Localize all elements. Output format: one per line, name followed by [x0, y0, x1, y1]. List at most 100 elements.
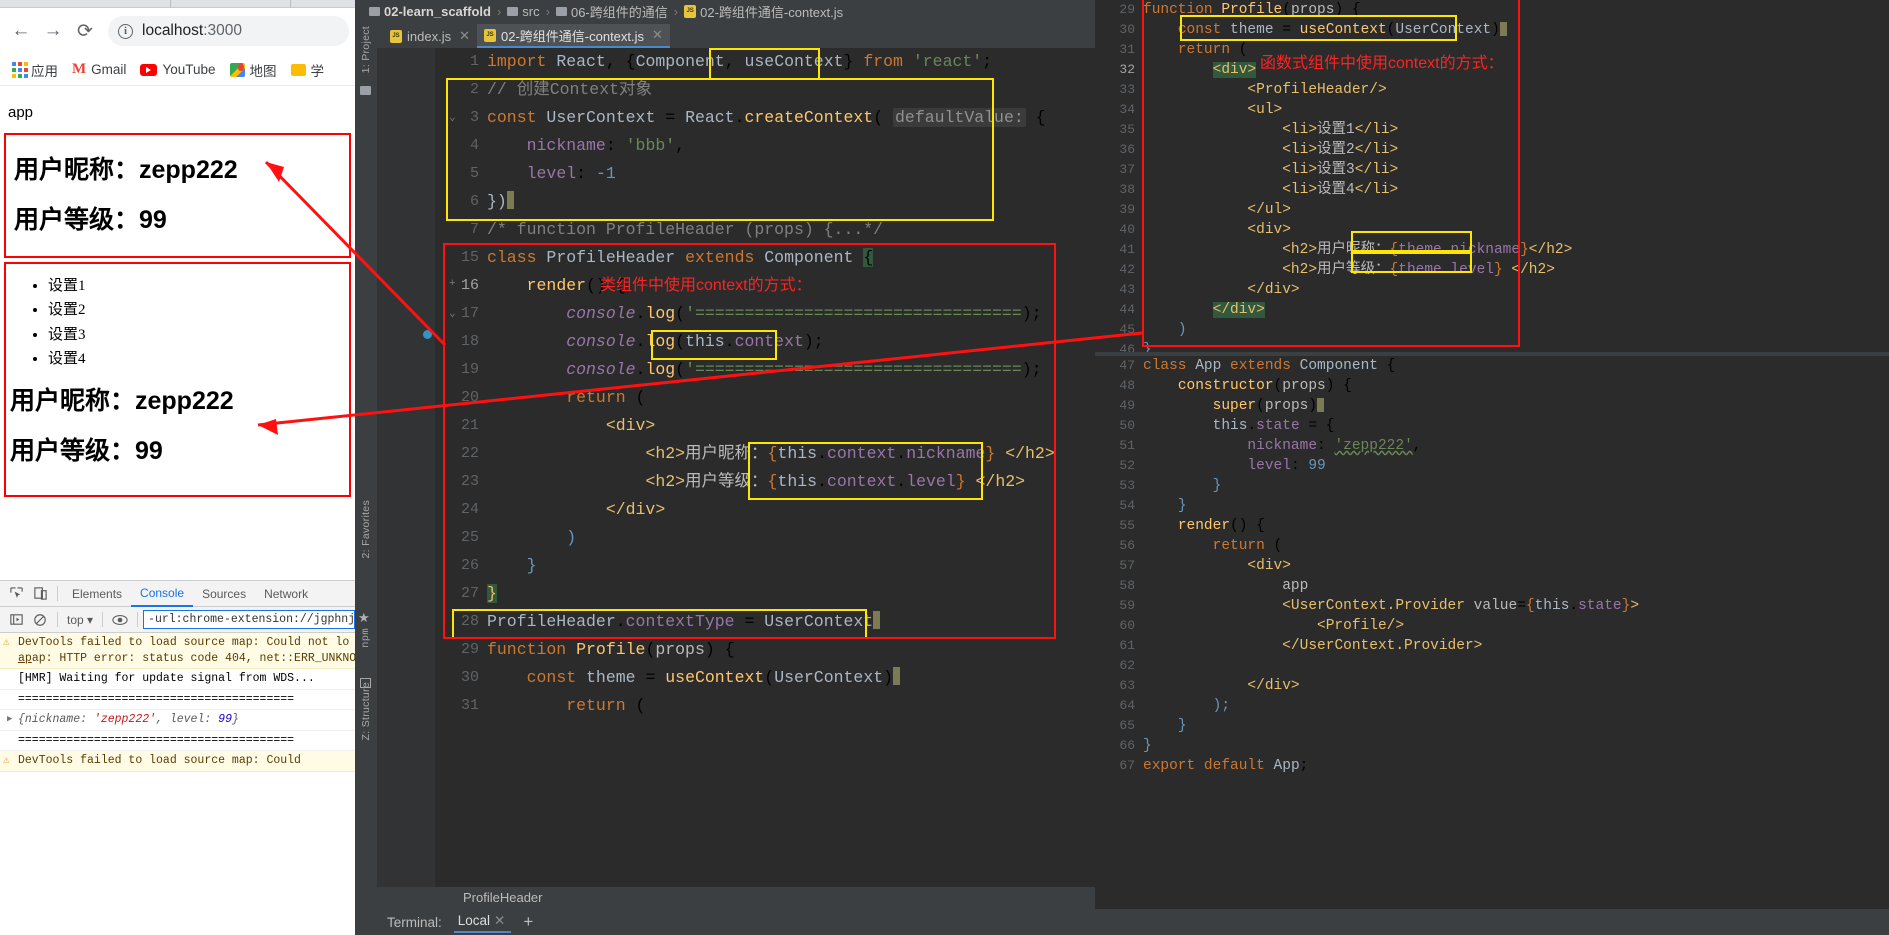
line-number: 22: [460, 445, 479, 462]
back-icon[interactable]: ←: [6, 16, 36, 46]
list-item: 设置4: [48, 347, 341, 371]
bookmark-apps[interactable]: 应用: [7, 57, 63, 83]
bookmark-folder[interactable]: 学: [286, 57, 330, 83]
code-line: 60 <Profile/>: [1095, 616, 1889, 636]
line-number: 31: [1119, 42, 1135, 57]
code-line: 17 console.log('========================…: [435, 300, 1095, 328]
code-line: 26 }: [435, 552, 1095, 580]
forward-icon[interactable]: →: [38, 16, 68, 46]
tool-window-npm[interactable]: npm: [360, 628, 372, 648]
line-number: 7: [469, 221, 479, 238]
log-link[interactable]: ap: [18, 652, 32, 665]
line-number: 66: [1119, 738, 1135, 753]
close-icon[interactable]: ✕: [652, 27, 663, 43]
line-number: 46: [1119, 342, 1135, 352]
terminal-label[interactable]: Terminal:: [387, 915, 442, 930]
address-bar[interactable]: i localhost:3000: [108, 16, 349, 46]
fold-marker[interactable]: +: [449, 278, 456, 290]
eye-icon[interactable]: [108, 609, 132, 631]
log-row-object[interactable]: ▶ {nickname: 'zepp222', level: 99}: [0, 710, 355, 731]
console-context-selector[interactable]: top ▾: [63, 613, 97, 627]
bookmark-youtube[interactable]: YouTube: [135, 59, 220, 80]
code-editor-main[interactable]: 1 import React, {Component, useContext} f…: [377, 48, 1095, 887]
line-number: 17: [460, 305, 479, 322]
line-number: 47: [1119, 358, 1135, 373]
code-panel-app-class[interactable]: 47 class App extends Component { 48 const…: [1095, 356, 1889, 935]
code-line: 3 const UserContext = React.createContext…: [435, 104, 1095, 132]
line-number: 30: [1119, 22, 1135, 37]
console-filter-input[interactable]: -url:chrome-extension://jgphnjokjjjpnfmb…: [143, 610, 355, 629]
line-number: 35: [1119, 122, 1135, 137]
address-bar-url: localhost:3000: [142, 22, 242, 39]
log-text: ========================================: [18, 692, 295, 706]
terminal-tool-icon[interactable]: [360, 678, 371, 688]
javascript-file-icon: JS: [684, 4, 697, 18]
code-line: 18 console.log(this.context);: [435, 328, 1095, 356]
line-number: 29: [1119, 2, 1135, 17]
clear-console-icon[interactable]: [28, 609, 52, 631]
code-line: 59 <UserContext.Provider value={this.sta…: [1095, 596, 1889, 616]
editor-code-area[interactable]: 1 import React, {Component, useContext} f…: [435, 48, 1095, 887]
devtools-tabbar: Elements Console Sources Network: [0, 581, 355, 607]
line-number: 3: [469, 109, 479, 126]
code-line: 62: [1095, 656, 1889, 676]
page-content: app 用户昵称：zepp222 用户等级：99 设置1 设置2 设置3 设置4…: [0, 86, 355, 546]
breadcrumb-item[interactable]: 02-跨组件通信-context.js: [700, 2, 843, 21]
fold-marker[interactable]: ⌄: [449, 110, 456, 124]
breakpoint-gutter-icon[interactable]: [423, 330, 432, 339]
obj-string: 'zepp222': [93, 713, 157, 727]
terminal-add-button[interactable]: +: [523, 912, 533, 932]
log-text: [HMR] Waiting for update signal from WDS…: [18, 672, 315, 686]
fold-marker[interactable]: ⌄: [449, 306, 456, 320]
close-icon[interactable]: ✕: [459, 28, 470, 44]
tool-window-project[interactable]: 1: Project: [360, 26, 372, 73]
breadcrumb-item[interactable]: 02-learn_scaffold: [384, 4, 491, 19]
code-line: 4 nickname: 'bbb',: [435, 132, 1095, 160]
divider: [57, 612, 58, 627]
breadcrumb-item[interactable]: 06-跨组件的通信: [571, 2, 668, 21]
code-line: 19 console.log('========================…: [435, 356, 1095, 384]
terminal-tab-local[interactable]: Local ✕: [453, 911, 512, 933]
code-line: 25 ): [435, 524, 1095, 552]
line-number: 54: [1119, 498, 1135, 513]
line-number: 5: [469, 165, 479, 182]
expand-arrow-icon[interactable]: ▶: [7, 713, 12, 725]
line-number: 65: [1119, 718, 1135, 733]
tab-index-js[interactable]: JS index.js ✕: [383, 24, 477, 48]
tool-window-favorites[interactable]: 2: Favorites: [360, 500, 372, 558]
line-number: 61: [1119, 638, 1135, 653]
tab-context-js[interactable]: JS 02-跨组件通信-context.js ✕: [476, 24, 670, 48]
line-number: 52: [1119, 458, 1135, 473]
close-icon[interactable]: ✕: [494, 913, 505, 928]
device-toolbar-icon[interactable]: [28, 583, 52, 605]
tab-network[interactable]: Network: [255, 582, 317, 606]
function-component-note: 函数式组件中使用context的方式：: [1260, 55, 1504, 72]
site-info-icon[interactable]: i: [118, 23, 133, 39]
bookmark-label: 地图: [249, 63, 277, 79]
breadcrumb-item[interactable]: src: [522, 4, 539, 19]
reload-icon[interactable]: ⟳: [70, 16, 100, 46]
level-heading: 用户等级：99: [10, 437, 163, 466]
code-line: 51 nickname: 'zepp222',: [1095, 436, 1889, 456]
code-line: 1 import React, {Component, useContext} f…: [435, 48, 1095, 76]
editor-gutter: [377, 48, 435, 887]
line-number: 43: [1119, 282, 1135, 297]
tab-elements[interactable]: Elements: [63, 582, 131, 606]
code-line: 57 <div>: [1095, 556, 1889, 576]
obj-suffix: }: [231, 713, 239, 727]
tab-console[interactable]: Console: [131, 581, 194, 607]
code-line: 56 return (: [1095, 536, 1889, 556]
bookmarks-bar: 应用 M Gmail YouTube 地图 学: [0, 54, 355, 86]
bookmark-label: 应用: [31, 63, 58, 79]
line-number: 58: [1119, 578, 1135, 593]
inspect-element-icon[interactable]: [4, 583, 28, 605]
bookmark-gmail[interactable]: M Gmail: [67, 58, 131, 81]
nickname-heading: 用户昵称：zepp222: [14, 156, 238, 184]
code-line: 45 ): [1095, 320, 1889, 340]
execute-sidebar-icon[interactable]: [4, 609, 28, 631]
code-line: 48 constructor(props) {: [1095, 376, 1889, 396]
bookmark-label: YouTube: [162, 62, 216, 77]
tab-sources[interactable]: Sources: [193, 582, 255, 606]
list-item: 设置1: [48, 274, 341, 298]
bookmark-maps[interactable]: 地图: [225, 57, 282, 83]
